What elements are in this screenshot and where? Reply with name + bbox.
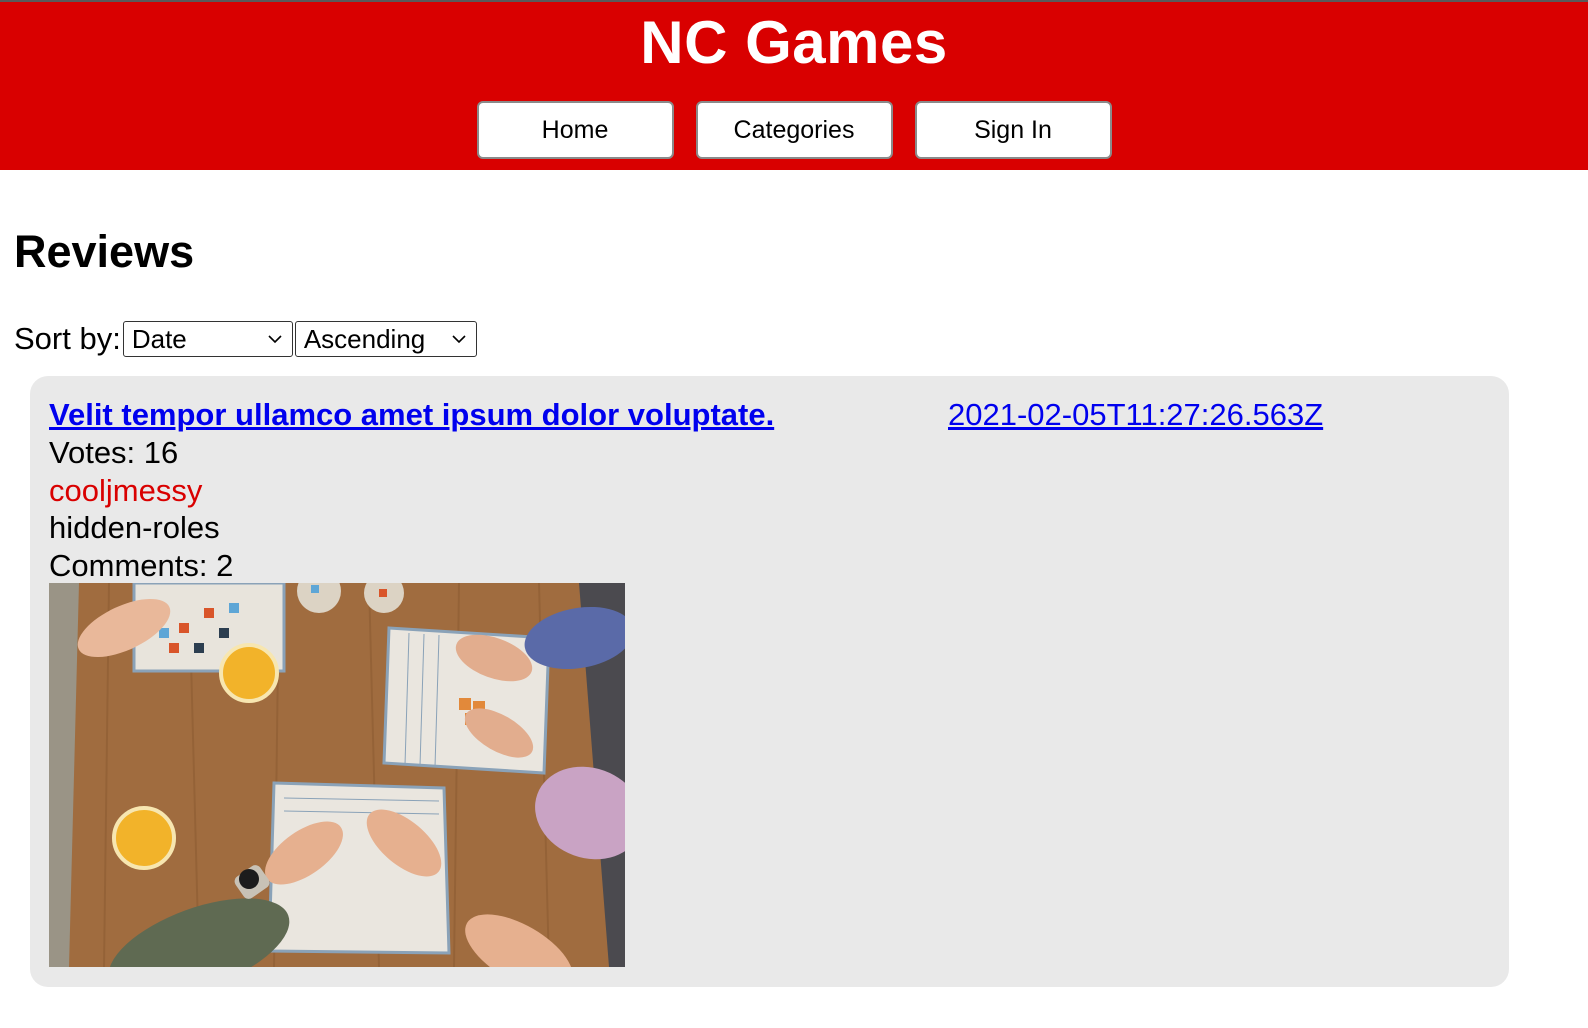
review-details: Votes: 16 cooljmessy hidden-roles Commen…	[49, 434, 233, 584]
sort-label: Sort by:	[14, 321, 121, 356]
home-button[interactable]: Home	[476, 101, 674, 159]
categories-button[interactable]: Categories	[695, 101, 893, 159]
sort-order-value: Ascending	[303, 323, 426, 354]
sign-in-button[interactable]: Sign In	[914, 101, 1112, 159]
sort-order-select[interactable]: Ascending	[294, 321, 477, 357]
review-date-link[interactable]: 2021-02-05T11:27:26.563Z	[948, 396, 1323, 434]
review-author: cooljmessy	[49, 472, 203, 508]
chevron-down-icon	[452, 335, 466, 344]
site-title: NC Games	[640, 9, 948, 76]
chevron-down-icon	[268, 335, 282, 344]
sort-controls: Sort by: Date Ascending	[14, 320, 477, 358]
review-image	[49, 583, 625, 967]
sort-field-select[interactable]: Date	[122, 321, 293, 357]
sort-field-value: Date	[131, 323, 187, 354]
review-votes: Votes: 16	[49, 435, 179, 470]
page-title: Reviews	[14, 226, 195, 277]
main-nav: Home Categories Sign In	[0, 101, 1588, 159]
review-category: hidden-roles	[49, 510, 220, 545]
review-title-link[interactable]: Velit tempor ullamco amet ipsum dolor vo…	[49, 396, 774, 434]
review-comments-count: Comments: 2	[49, 547, 234, 583]
review-card: Velit tempor ullamco amet ipsum dolor vo…	[30, 376, 1509, 987]
site-header: NC Games Home Categories Sign In	[0, 2, 1588, 170]
